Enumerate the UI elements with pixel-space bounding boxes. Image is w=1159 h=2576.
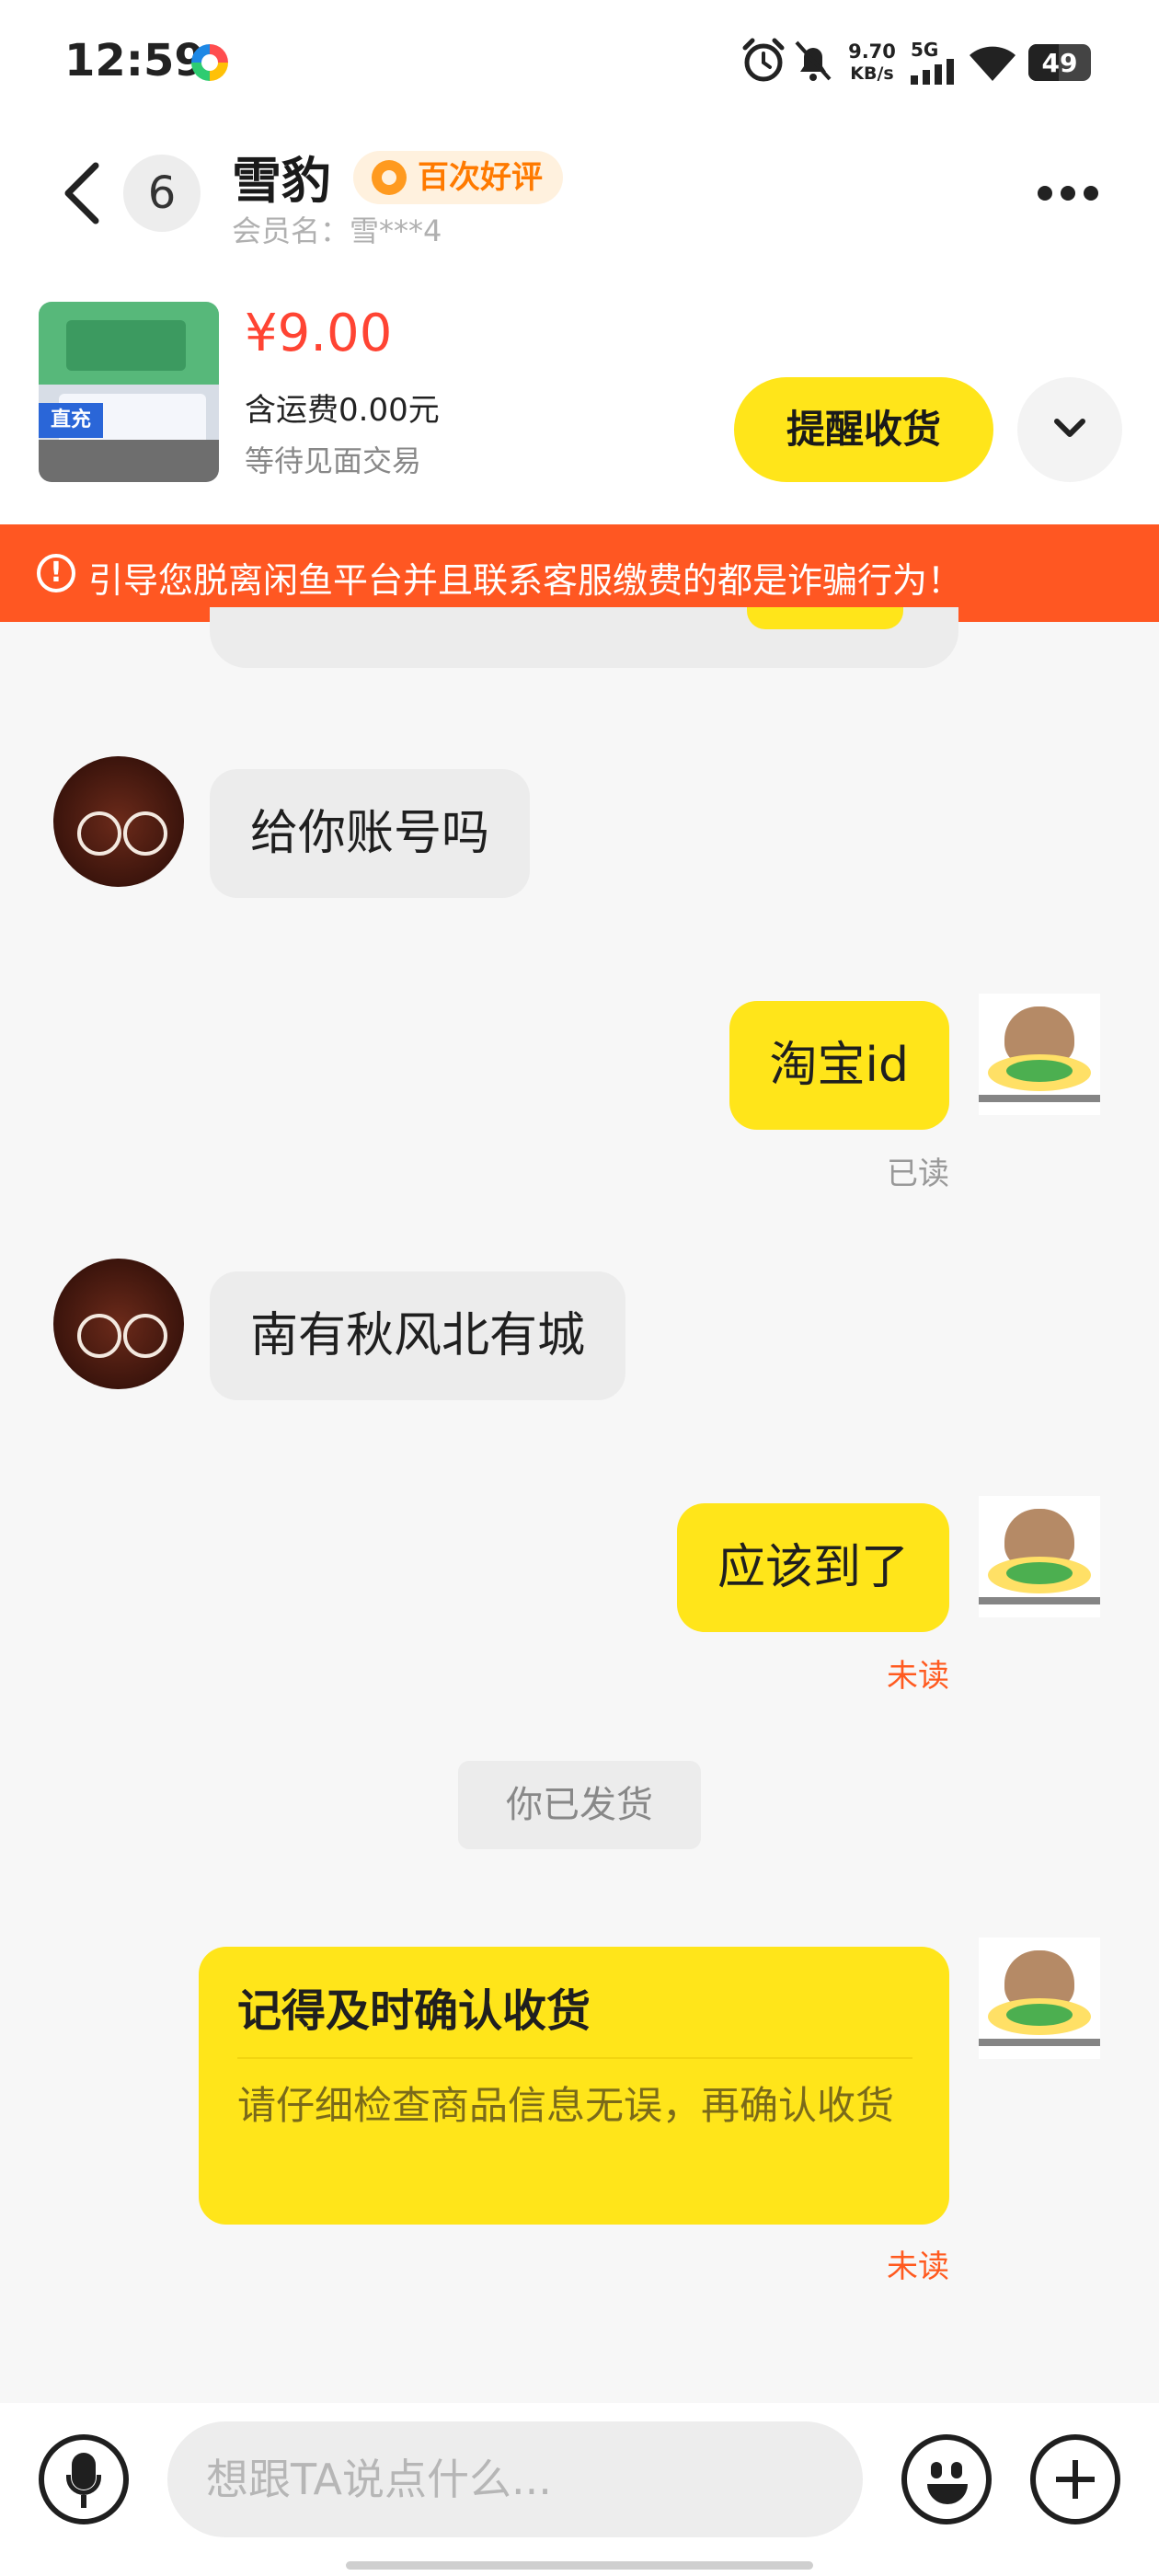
message-input[interactable]	[167, 2421, 863, 2537]
read-status: 已读	[887, 1156, 949, 1192]
battery-icon: 49	[1028, 44, 1091, 81]
status-time: 12:59	[64, 35, 205, 86]
confirm-card-body: 请仔细检查商品信息无误，再确认收货	[237, 2083, 895, 2128]
warning-icon: !	[37, 554, 75, 592]
seller-avatar[interactable]	[53, 756, 184, 887]
message-bubble[interactable]: 给你账号吗	[210, 769, 531, 898]
medal-icon	[372, 160, 407, 195]
mute-bell-icon	[795, 40, 832, 81]
battery-level: 49	[1041, 48, 1078, 78]
unread-count-badge[interactable]: 6	[123, 155, 201, 232]
contact-name: 雪豹	[232, 152, 331, 210]
more-options-icon[interactable]	[1038, 182, 1111, 204]
voice-input-button[interactable]	[39, 2434, 129, 2524]
member-name: 会员名：雪***4	[232, 213, 442, 248]
message-bubble[interactable]: 南有秋风北有城	[210, 1271, 626, 1400]
shipping-fee: 含运费0.00元	[245, 392, 440, 429]
fraud-warning-text: 引导您脱离闲鱼平台并且联系客服缴费的都是诈骗行为！	[88, 560, 963, 601]
divider	[237, 2057, 912, 2059]
smiley-icon	[927, 2484, 968, 2504]
alarm-icon	[742, 38, 785, 82]
system-message: 你已发货	[458, 1761, 701, 1849]
my-avatar[interactable]	[979, 1496, 1100, 1617]
unread-status: 未读	[887, 1658, 949, 1695]
wifi-icon	[970, 46, 1016, 81]
back-arrow-icon[interactable]	[55, 156, 110, 230]
review-badge-label: 百次好评	[418, 159, 543, 196]
product-thumbnail[interactable]: 直充	[39, 302, 219, 482]
network-generation: 5G	[911, 39, 939, 61]
my-avatar[interactable]	[979, 1938, 1100, 2059]
thumb-tag: 直充	[39, 403, 103, 438]
chevron-down-icon	[1054, 419, 1085, 437]
net-speed: 9.70 KB/s	[848, 40, 896, 84]
product-price: ¥9.00	[245, 304, 393, 363]
app-logo-icon	[191, 44, 228, 81]
my-avatar[interactable]	[979, 994, 1100, 1115]
plus-icon	[1073, 2460, 1078, 2499]
unread-status: 未读	[887, 2248, 949, 2285]
review-badge: 百次好评	[353, 151, 563, 204]
home-indicator[interactable]	[346, 2561, 813, 2570]
emoji-button[interactable]	[901, 2434, 992, 2524]
previous-message-bubble	[210, 607, 958, 668]
remind-receipt-button[interactable]: 提醒收货	[734, 377, 993, 482]
trade-status: 等待见面交易	[245, 443, 422, 478]
signal-icon	[911, 59, 954, 85]
message-bubble[interactable]: 应该到了	[676, 1503, 949, 1632]
seller-avatar[interactable]	[53, 1259, 184, 1389]
more-actions-button[interactable]	[1030, 2434, 1120, 2524]
message-bubble[interactable]: 淘宝id	[729, 1001, 949, 1130]
confirm-card-title: 记得及时确认收货	[237, 1985, 591, 2037]
expand-button[interactable]	[1017, 377, 1122, 482]
